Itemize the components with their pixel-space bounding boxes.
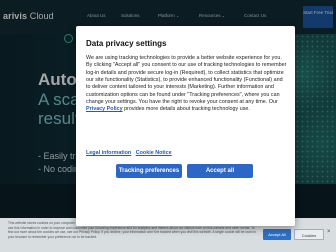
page: arivis Cloud About Us Solutions Platform… — [0, 0, 336, 252]
privacy-policy-link[interactable]: Privacy Policy — [86, 106, 123, 112]
legal-links: Legal information Cookie Notice — [86, 150, 175, 156]
accept-all-button[interactable]: Accept all — [187, 164, 253, 178]
privacy-settings-dialog: Data privacy settings We are using track… — [76, 26, 295, 226]
dialog-body: We are using tracking technologies to pr… — [86, 55, 287, 113]
cookie-notice-link[interactable]: Cookie Notice — [136, 150, 172, 156]
cookie-settings-button[interactable]: Cookies — [294, 229, 324, 240]
close-icon[interactable]: × — [327, 229, 331, 235]
legal-information-link[interactable]: Legal information — [86, 150, 131, 156]
tracking-preferences-button[interactable]: Tracking preferences — [116, 164, 182, 178]
cookie-accept-all-button[interactable]: Accept All — [263, 229, 291, 240]
dialog-title: Data privacy settings — [86, 39, 167, 48]
